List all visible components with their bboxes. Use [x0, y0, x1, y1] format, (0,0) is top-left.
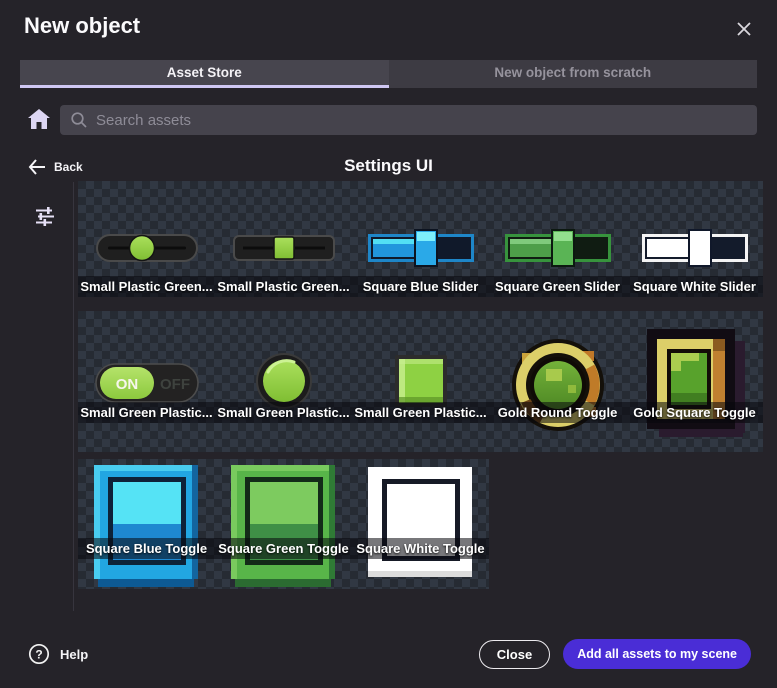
content-divider-line	[73, 182, 74, 611]
asset-tile-small-green-plastic-round-button[interactable]: Small Green Plastic...	[215, 311, 352, 452]
asset-tile-small-plastic-green-square-slider[interactable]: Small Plastic Green...	[215, 181, 352, 297]
asset-tile-small-plastic-green-round-slider[interactable]: Small Plastic Green...	[78, 181, 215, 297]
pixel-toggle-thumbnail	[229, 463, 339, 587]
round-slider-thumbnail	[96, 234, 198, 262]
asset-tile-square-white-toggle[interactable]: Square White Toggle	[352, 459, 489, 589]
asset-tile-gold-round-toggle[interactable]: Gold Round Toggle	[489, 311, 626, 452]
asset-tile-square-green-toggle[interactable]: Square Green Toggle	[215, 459, 352, 589]
asset-tile-small-green-plastic-square-button[interactable]: Small Green Plastic...	[352, 311, 489, 452]
square-slider-thumbnail	[233, 235, 335, 261]
close-button[interactable]: Close	[479, 640, 550, 669]
search-input[interactable]	[60, 105, 757, 135]
new-object-dialog: New object Asset Store New object from s…	[0, 0, 777, 688]
pixel-toggle-thumbnail	[92, 463, 202, 587]
home-icon	[27, 107, 51, 131]
pack-title: Settings UI	[0, 156, 777, 176]
arrow-left-icon	[28, 159, 46, 175]
back-button[interactable]: Back	[28, 156, 83, 178]
asset-tile-square-white-slider[interactable]: Square White Slider	[626, 181, 763, 297]
asset-tile-gold-square-toggle[interactable]: Gold Square Toggle	[626, 311, 763, 452]
asset-row: Square Blue Toggle Square Green Toggle	[78, 459, 489, 589]
asset-label: Gold Square Toggle	[626, 402, 763, 423]
asset-row: Small Plastic Green... Small Plastic Gre…	[78, 181, 763, 297]
onoff-toggle-thumbnail: ON OFF	[95, 363, 199, 403]
toggle-off-text: OFF	[160, 376, 190, 393]
asset-label: Small Plastic Green...	[78, 276, 215, 297]
asset-label: Small Green Plastic...	[78, 402, 215, 423]
help-label: Help	[60, 647, 88, 662]
add-all-assets-button[interactable]: Add all assets to my scene	[563, 639, 751, 669]
asset-label: Square Green Slider	[489, 276, 626, 297]
search-icon	[70, 111, 88, 129]
asset-tile-small-green-plastic-onoff-toggle[interactable]: ON OFF Small Green Plastic...	[78, 311, 215, 452]
search-box	[60, 105, 757, 135]
tab-bar: Asset Store New object from scratch	[20, 60, 757, 88]
asset-label: Small Green Plastic...	[352, 402, 489, 423]
pixel-slider-thumbnail	[505, 229, 611, 267]
close-dialog-button[interactable]	[733, 18, 755, 40]
asset-label: Gold Round Toggle	[489, 402, 626, 423]
toggle-on-text: ON	[115, 376, 138, 393]
tab-asset-store[interactable]: Asset Store	[20, 60, 389, 88]
asset-label: Square Blue Toggle	[78, 538, 215, 559]
asset-label: Square White Toggle	[352, 538, 489, 559]
close-icon	[736, 21, 752, 37]
tab-new-object-from-scratch[interactable]: New object from scratch	[389, 60, 758, 88]
svg-text:?: ?	[35, 648, 42, 662]
asset-label: Square Blue Slider	[352, 276, 489, 297]
asset-label: Small Plastic Green...	[215, 276, 352, 297]
filter-tune-icon	[32, 203, 58, 229]
dialog-title: New object	[24, 13, 140, 39]
pixel-slider-thumbnail	[368, 229, 474, 267]
square-button-thumbnail	[395, 355, 447, 407]
footer-actions: Close Add all assets to my scene	[479, 639, 751, 669]
asset-label: Square Green Toggle	[215, 538, 352, 559]
asset-label: Small Green Plastic...	[215, 402, 352, 423]
asset-tile-square-blue-slider[interactable]: Square Blue Slider	[352, 181, 489, 297]
help-icon: ?	[28, 643, 50, 665]
pixel-slider-thumbnail	[642, 229, 748, 267]
asset-tile-square-blue-toggle[interactable]: Square Blue Toggle	[78, 459, 215, 589]
help-button[interactable]: ? Help	[28, 643, 88, 665]
asset-tile-square-green-slider[interactable]: Square Green Slider	[489, 181, 626, 297]
pixel-toggle-thumbnail	[366, 465, 476, 577]
home-button[interactable]	[26, 107, 52, 133]
back-label: Back	[54, 160, 83, 174]
asset-label: Square White Slider	[626, 276, 763, 297]
asset-row: ON OFF Small Green Plastic... Small Gree…	[78, 311, 763, 452]
filter-button[interactable]	[30, 202, 60, 232]
